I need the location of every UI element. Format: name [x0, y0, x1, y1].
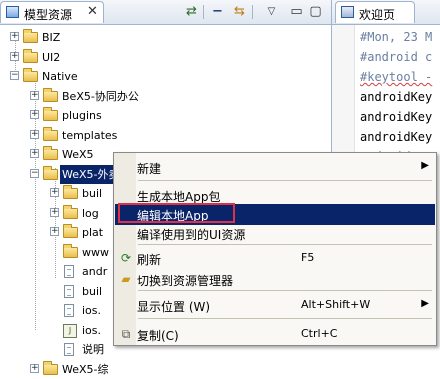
sync-icon[interactable]: ⇄: [183, 3, 200, 20]
submenu-arrow-icon: ▶: [421, 298, 429, 309]
folder-icon: [43, 107, 58, 121]
menu-item-label: 编译使用到的UI资源: [137, 228, 246, 242]
expand-icon[interactable]: +: [50, 227, 59, 236]
menu-item-label: 生成本地App包: [137, 190, 221, 204]
menu-item-label: 显示位置 (W): [137, 300, 211, 314]
tree-node-label: plugins: [62, 109, 102, 122]
toolbar-separator: [252, 5, 253, 19]
code-line: androidKey: [360, 130, 433, 144]
tree-node-label: ios.: [82, 324, 102, 337]
collapse-icon[interactable]: −: [30, 169, 39, 178]
menu-separator: [138, 244, 432, 245]
folder-icon: [43, 146, 58, 160]
toolbar-separator: [203, 5, 204, 19]
script-file-icon: J: [63, 324, 77, 338]
refresh-icon: ⟳: [120, 251, 132, 265]
menu-item[interactable]: 编译使用到的UI资源: [115, 223, 435, 244]
file-icon: [64, 285, 74, 298]
menu-item[interactable]: 生成本地App包: [115, 185, 435, 206]
menu-item-shortcut: Ctrl+C: [301, 327, 338, 340]
collapse-all-icon[interactable]: −: [209, 3, 226, 20]
tree-node-label: buil: [82, 187, 103, 200]
folder-icon: [63, 205, 78, 219]
expand-icon[interactable]: +: [30, 130, 39, 139]
view-tab-bar: 模型资源 ✕ ⇄ − ⇆ ▽ ▭ ▢: [0, 0, 331, 25]
code-line: #android c: [360, 50, 433, 64]
link-editor-icon[interactable]: ⇆: [231, 3, 248, 20]
menu-separator: [138, 180, 432, 181]
tab-welcome[interactable]: 欢迎页: [335, 1, 415, 23]
menu-item-label: 刷新: [137, 253, 162, 267]
context-menu: 新建 ▶ 生成本地App包 编辑本地App 编译使用到的UI资源 ⟳ 刷新 F5 ▰ 切换到资源管…: [113, 152, 437, 346]
folder-icon: [23, 49, 38, 63]
collapse-icon[interactable]: −: [10, 71, 19, 80]
menu-item[interactable]: 编辑本地App: [115, 204, 435, 225]
file-icon: [64, 265, 74, 278]
file-icon: [64, 343, 74, 356]
folder-icon: [23, 68, 38, 82]
tree-node-label: Native: [42, 70, 78, 83]
folder-icon: [43, 361, 58, 375]
expand-icon[interactable]: +: [30, 91, 39, 100]
tree-node-label: WeX5: [62, 148, 94, 161]
folder-icon: [23, 29, 38, 43]
folder-icon: [43, 127, 58, 141]
expand-icon[interactable]: +: [30, 110, 39, 119]
expand-icon[interactable]: +: [10, 32, 19, 41]
folder-icon: [63, 185, 78, 199]
code-line: #Mon, 23 M: [360, 30, 433, 44]
menu-item[interactable]: 新建 ▶: [115, 157, 435, 178]
close-icon[interactable]: ✕: [87, 4, 98, 19]
menu-item-label: 复制(C): [137, 329, 179, 343]
folder-icon: [63, 224, 78, 238]
tab-model-resources[interactable]: 模型资源 ✕: [0, 1, 104, 23]
folder-icon: [43, 166, 58, 180]
copy-icon: ⧉: [121, 327, 131, 341]
view-icon: [6, 6, 19, 18]
expand-icon[interactable]: +: [30, 149, 39, 158]
tree-node-label: log: [82, 207, 99, 220]
menu-item[interactable]: ⟳ 刷新 F5: [115, 248, 435, 269]
file-icon: [64, 304, 74, 317]
tree-node-label: BIZ: [42, 31, 61, 44]
tab-label: 模型资源: [24, 8, 73, 22]
tree-node-label: BeX5-协同办公: [62, 90, 139, 103]
menu-item[interactable]: ⧉ 复制(C) Ctrl+C: [115, 324, 435, 345]
menu-item-shortcut: Alt+Shift+W: [301, 298, 371, 311]
tab-label: 欢迎页: [359, 8, 396, 22]
tree-node-label: andr: [82, 265, 108, 278]
maximize-icon[interactable]: ▢: [307, 3, 324, 20]
menu-item[interactable]: ▰ 切换到资源管理器: [115, 269, 435, 290]
tree-node-label: templates: [62, 129, 118, 142]
tree-node-label: plat: [82, 226, 104, 239]
folder-icon: [43, 88, 58, 102]
tree-node-label: WeX5-综: [62, 363, 109, 376]
tree-node-label: ios.: [82, 304, 102, 317]
expand-icon[interactable]: +: [30, 364, 39, 373]
expand-icon[interactable]: +: [50, 188, 59, 197]
menu-item-shortcut: F5: [301, 251, 315, 264]
welcome-icon: [341, 6, 354, 18]
folder-icon: ▰: [121, 272, 131, 286]
code-line: #keytool -: [360, 70, 433, 84]
menu-item-label: 切换到资源管理器: [137, 274, 234, 288]
tree-node-label: UI2: [42, 51, 61, 64]
expand-icon[interactable]: +: [10, 52, 19, 61]
folder-icon: [63, 244, 78, 258]
submenu-arrow-icon: ▶: [421, 160, 429, 171]
code-line: androidKey: [360, 90, 433, 104]
minimize-icon[interactable]: ▭: [288, 3, 305, 20]
menu-separator: [138, 318, 432, 319]
code-line: androidKey: [360, 110, 433, 124]
menu-separator: [138, 290, 432, 291]
menu-item[interactable]: 显示位置 (W) Alt+Shift+W ▶: [115, 295, 435, 316]
tree-node-label: buil: [82, 285, 103, 298]
tree-node-label: www: [82, 246, 109, 259]
view-menu-icon[interactable]: ▽: [263, 3, 280, 20]
tree-node-label: 说明: [82, 343, 104, 356]
expand-icon[interactable]: +: [50, 208, 59, 217]
menu-item-label: 新建: [137, 162, 162, 176]
menu-item-label: 编辑本地App: [137, 209, 209, 223]
editor-tab-bar: 欢迎页: [332, 0, 440, 25]
